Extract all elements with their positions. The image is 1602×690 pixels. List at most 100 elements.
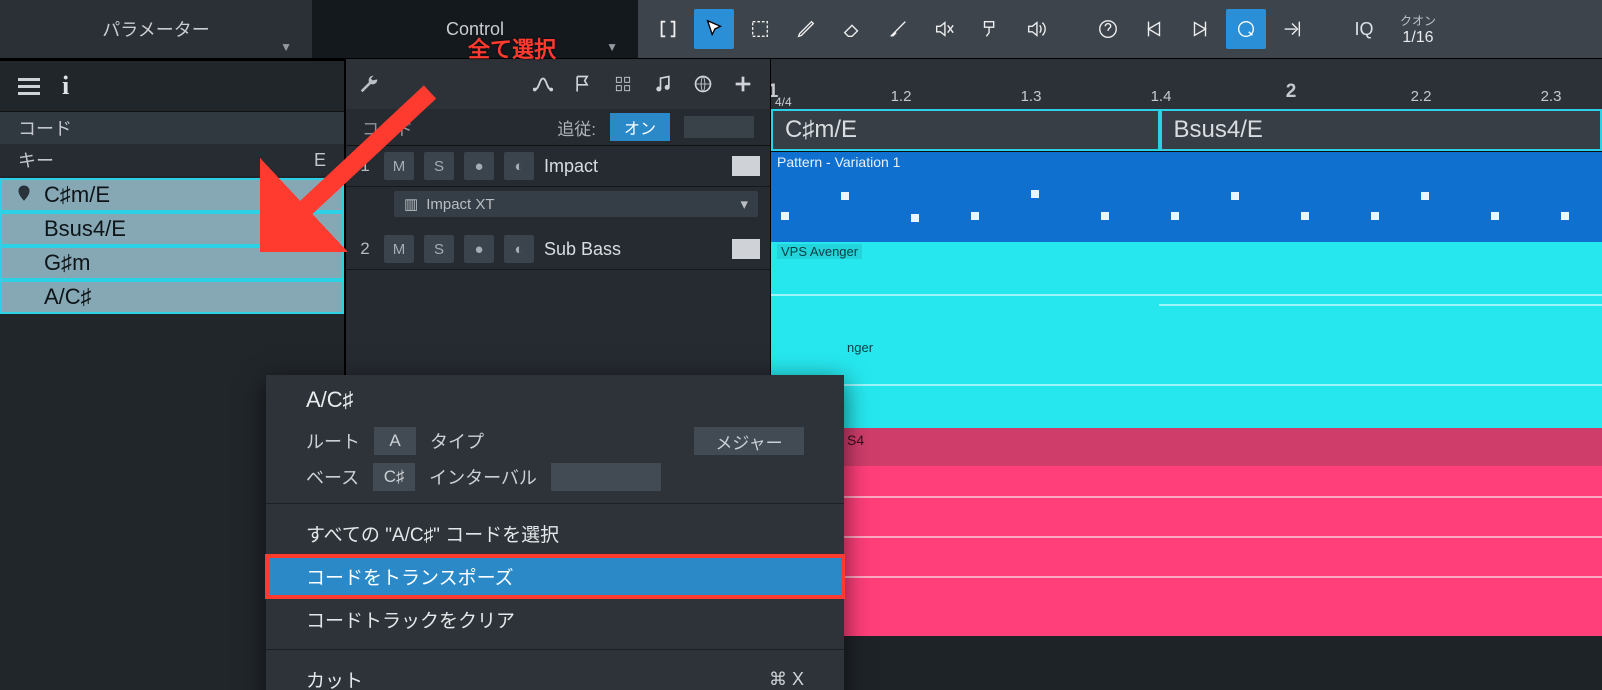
key-label: キー <box>18 147 54 173</box>
interval-value[interactable] <box>551 463 661 491</box>
quantize-label: クオン <box>1390 12 1446 29</box>
chord-cell[interactable]: C♯m/E <box>771 109 1160 151</box>
ruler-tick: 2.3 <box>1541 88 1562 105</box>
timeline-ruler[interactable]: 4/4 11.21.31.422.22.3 <box>771 59 1602 109</box>
ruler-tick: 2.2 <box>1411 88 1432 105</box>
context-menu-item[interactable]: カット⌘ X <box>266 658 844 690</box>
mute-button[interactable]: M <box>384 235 414 263</box>
clip-pink-body[interactable] <box>771 466 1602 636</box>
tab-parameters[interactable]: パラメーター ▼ <box>0 0 312 58</box>
type-label: タイプ <box>430 428 484 454</box>
snap-end-icon[interactable] <box>1180 9 1220 49</box>
paint-tool-icon[interactable] <box>970 9 1010 49</box>
follow-label: 追従: <box>557 115 596 140</box>
record-button[interactable]: ● <box>464 235 494 263</box>
chord-item-label: A/C♯ <box>44 284 92 310</box>
chevron-down-icon: ▾ <box>740 195 748 213</box>
context-menu-item[interactable]: すべての "A/C♯" コードを選択 <box>266 512 844 555</box>
knife-tool-icon[interactable] <box>878 9 918 49</box>
track-number: 1 <box>356 156 374 176</box>
chord-item-label: Bsus4/E <box>44 216 126 242</box>
annotation-select-all: 全て選択 <box>468 32 556 64</box>
chord-item[interactable]: C♯m/E <box>0 178 344 212</box>
chord-item[interactable]: Bsus4/E <box>0 212 344 246</box>
snap-start-icon[interactable] <box>1134 9 1174 49</box>
key-row[interactable]: キー E <box>0 144 344 176</box>
pencil-tool-icon[interactable] <box>786 9 826 49</box>
clip-impact[interactable]: Pattern - Variation 1 <box>771 152 1602 242</box>
mute-button[interactable]: M <box>384 152 414 180</box>
tab-parameters-label: パラメーター <box>102 16 209 42</box>
chord-item-label: C♯m/E <box>44 182 110 208</box>
clip-sub-bass[interactable]: VPS Avenger <box>771 242 1602 338</box>
piano-icon[interactable] <box>732 156 760 176</box>
track-number: 2 <box>356 239 374 259</box>
clip-title: VPS Avenger <box>777 244 862 259</box>
grid-icon[interactable] <box>608 69 638 99</box>
quantize-q-icon[interactable] <box>1226 9 1266 49</box>
quantize-value[interactable]: クオン 1/16 <box>1390 12 1446 47</box>
solo-button[interactable]: S <box>424 235 454 263</box>
clip-pink-header[interactable]: S4 <box>771 428 1602 466</box>
clip-title: nger <box>847 340 873 355</box>
bracket-tool-icon[interactable] <box>648 9 688 49</box>
chord-item[interactable]: G♯m <box>0 246 344 280</box>
clip-label: S4 <box>847 432 864 448</box>
chord-section-label: コード <box>0 112 344 144</box>
context-menu: A/C♯ ルート A タイプ メジャー ベース C♯ インターバル すべての "… <box>266 375 844 690</box>
track-row[interactable]: 1 M S ● ◐ Impact <box>346 146 770 187</box>
piano-small-icon: ▥ <box>404 195 418 213</box>
monitor-button[interactable]: ◐ <box>504 152 534 180</box>
auto-scroll-icon[interactable] <box>1272 9 1312 49</box>
ruler-tick: 1.3 <box>1021 88 1042 105</box>
chord-track-row[interactable]: C♯m/EBsus4/E <box>771 109 1602 152</box>
clip-avenger-2[interactable]: nger <box>771 338 1602 428</box>
quantize-value-text: 1/16 <box>1390 29 1446 47</box>
context-menu-item[interactable]: コードトラックをクリア <box>266 598 844 641</box>
record-button[interactable]: ● <box>464 152 494 180</box>
monitor-button[interactable]: ◐ <box>504 235 534 263</box>
root-label: ルート <box>306 428 360 454</box>
context-menu-title: A/C♯ <box>266 385 844 423</box>
iq-label[interactable]: IQ <box>1344 19 1384 40</box>
chord-list: C♯m/E Bsus4/E G♯m A/C♯ <box>0 178 344 314</box>
follow-toggle[interactable]: オン <box>610 113 670 141</box>
menu-icon[interactable] <box>18 78 40 95</box>
automation-curve-icon[interactable] <box>528 69 558 99</box>
globe-icon[interactable] <box>688 69 718 99</box>
chord-item-label: G♯m <box>44 250 90 276</box>
key-value: E <box>314 150 326 171</box>
toolbar: IQ クオン 1/16 <box>638 0 1602 58</box>
wrench-icon[interactable] <box>358 73 380 95</box>
bass-value[interactable]: C♯ <box>373 463 415 491</box>
follow-empty-slot[interactable] <box>684 116 754 138</box>
marquee-tool-icon[interactable] <box>740 9 780 49</box>
mute-tool-icon[interactable] <box>924 9 964 49</box>
piano-icon[interactable] <box>732 239 760 259</box>
track-name: Impact <box>544 156 722 177</box>
ruler-tick: 1.4 <box>1151 88 1172 105</box>
flag-icon[interactable] <box>568 69 598 99</box>
chevron-down-icon: ▼ <box>606 40 618 54</box>
listen-tool-icon[interactable] <box>1016 9 1056 49</box>
ruler-tick: 2 <box>1286 81 1297 103</box>
note-icon[interactable] <box>648 69 678 99</box>
timeline-panel[interactable]: 4/4 11.21.31.422.22.3 C♯m/EBsus4/E Patte… <box>771 59 1602 690</box>
interval-label: インターバル <box>429 464 537 490</box>
instrument-select[interactable]: ▥Impact XT ▾ <box>394 191 758 217</box>
root-value[interactable]: A <box>374 427 416 455</box>
chevron-down-icon: ▼ <box>280 40 292 54</box>
type-value[interactable]: メジャー <box>694 427 804 455</box>
solo-button[interactable]: S <box>424 152 454 180</box>
track-row[interactable]: 2 M S ● ◐ Sub Bass <box>346 229 770 270</box>
pointer-tool-icon[interactable] <box>694 9 734 49</box>
info-icon[interactable]: i <box>62 71 69 101</box>
chord-cell[interactable]: Bsus4/E <box>1160 109 1602 151</box>
help-icon[interactable] <box>1088 9 1128 49</box>
chord-item[interactable]: A/C♯ <box>0 280 344 314</box>
pin-icon <box>14 184 34 204</box>
eraser-tool-icon[interactable] <box>832 9 872 49</box>
plus-icon[interactable] <box>728 69 758 99</box>
ruler-tick: 1.2 <box>891 88 912 105</box>
context-menu-item[interactable]: コードをトランスポーズ <box>266 555 844 598</box>
